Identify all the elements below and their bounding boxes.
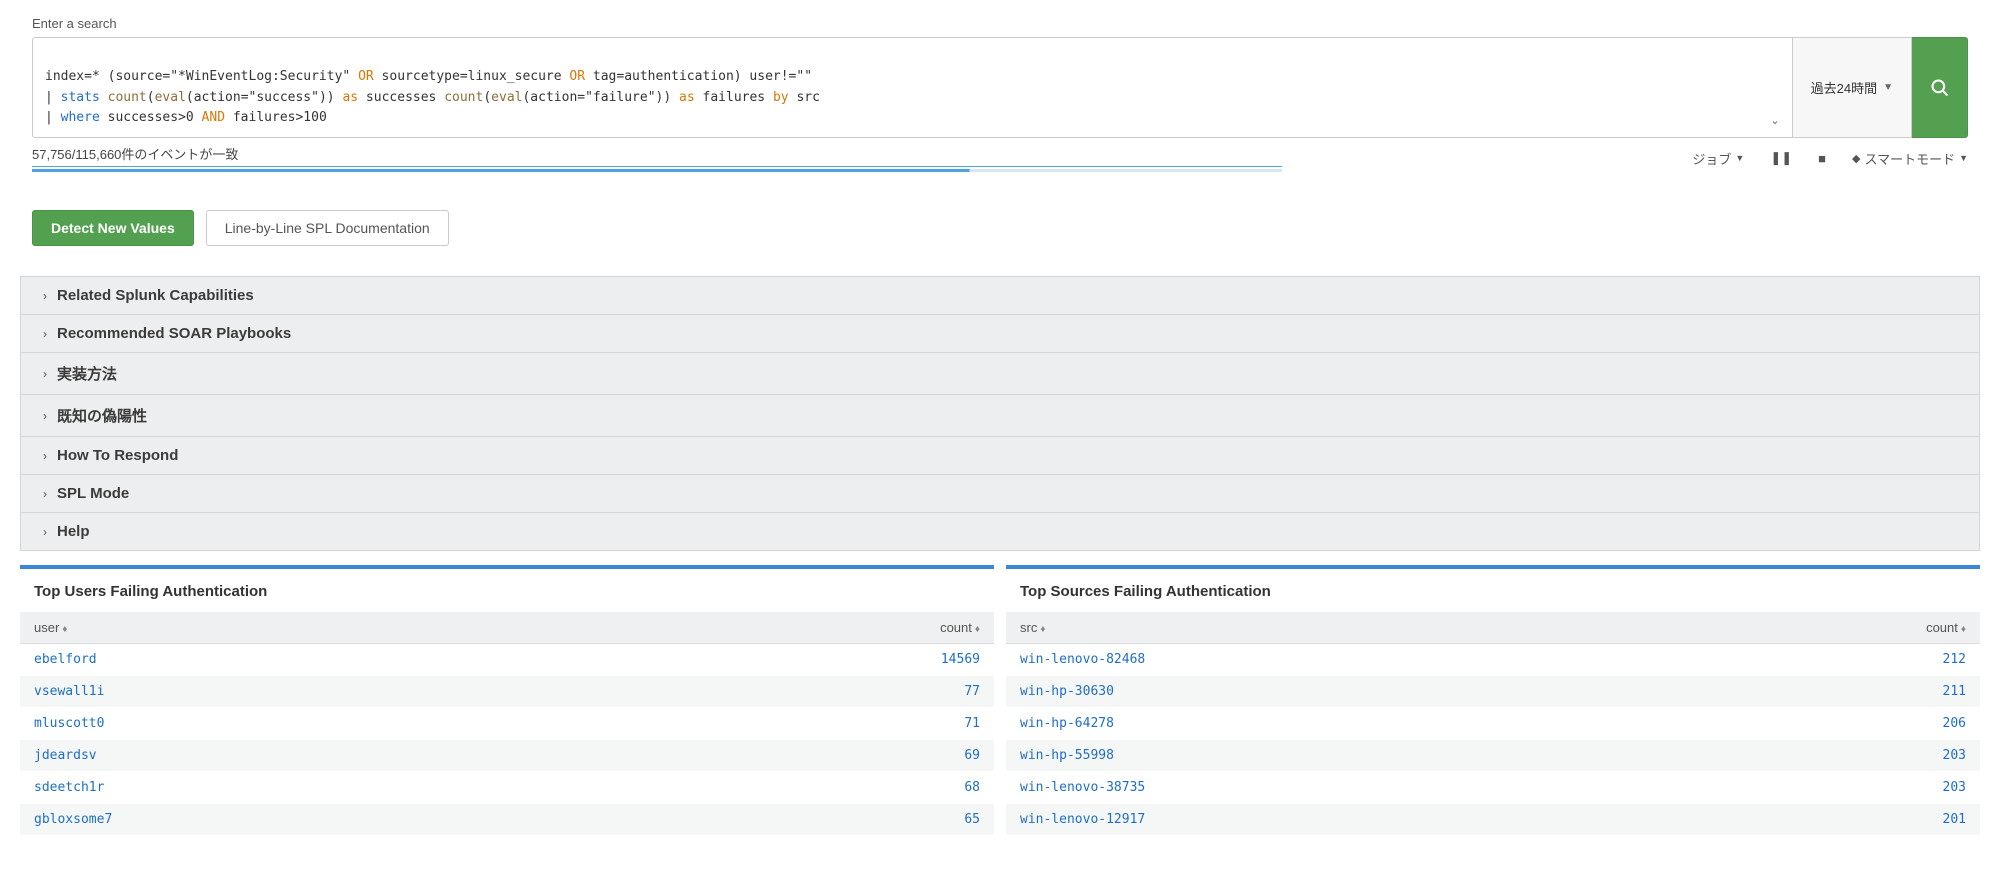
chevron-right-icon: › (43, 449, 47, 463)
panel-top-users: Top Users Failing Authentication user♦ c… (20, 565, 994, 836)
table-row[interactable]: jdeardsv69 (20, 740, 994, 772)
cell-key: sdeetch1r (20, 772, 605, 804)
sort-icon: ♦ (1961, 624, 1966, 635)
accordion-label: 既知の偽陽性 (57, 405, 147, 426)
cell-key: win-hp-64278 (1006, 708, 1681, 740)
table-row[interactable]: win-lenovo-82468212 (1006, 644, 1980, 676)
accordion-label: Related Splunk Capabilities (57, 287, 254, 304)
search-icon (1930, 78, 1950, 98)
sort-icon: ♦ (975, 624, 980, 635)
chevron-right-icon: › (43, 367, 47, 381)
progress-bar (32, 169, 1282, 172)
accordion-item-help[interactable]: › Help (21, 513, 1979, 550)
accordion-item-false-positives[interactable]: › 既知の偽陽性 (21, 395, 1979, 437)
stop-icon: ■ (1818, 151, 1826, 166)
caret-down-icon: ▼ (1959, 153, 1968, 163)
accordion-label: SPL Mode (57, 485, 129, 502)
table-row[interactable]: ebelford14569 (20, 644, 994, 676)
cell-key: gbloxsome7 (20, 804, 605, 836)
panel-title: Top Sources Failing Authentication (1006, 569, 1980, 612)
pause-button[interactable]: ❚❚ (1770, 150, 1792, 166)
cell-key: jdeardsv (20, 740, 605, 772)
time-range-label: 過去24時間 (1811, 78, 1877, 97)
cell-key: win-lenovo-82468 (1006, 644, 1681, 676)
cell-key: win-lenovo-12917 (1006, 804, 1681, 836)
accordion-label: Recommended SOAR Playbooks (57, 325, 291, 342)
cell-key: ebelford (20, 644, 605, 676)
time-range-picker[interactable]: 過去24時間 ▼ (1793, 37, 1912, 138)
panel-title: Top Users Failing Authentication (20, 569, 994, 612)
cell-count: 77 (605, 676, 994, 708)
chevron-right-icon: › (43, 525, 47, 539)
cell-count: 212 (1681, 644, 1980, 676)
pause-icon: ❚❚ (1770, 150, 1792, 166)
table-row[interactable]: win-hp-55998203 (1006, 740, 1980, 772)
accordion-item-soar-playbooks[interactable]: › Recommended SOAR Playbooks (21, 315, 1979, 353)
cell-count: 68 (605, 772, 994, 804)
table-row[interactable]: win-hp-30630211 (1006, 676, 1980, 708)
accordion-label: How To Respond (57, 447, 178, 464)
accordion-label: 実装方法 (57, 363, 117, 384)
chevron-right-icon: › (43, 487, 47, 501)
stop-button[interactable]: ■ (1818, 151, 1826, 166)
cell-count: 69 (605, 740, 994, 772)
cell-count: 201 (1681, 804, 1980, 836)
chevron-right-icon: › (43, 289, 47, 303)
cell-key: mluscott0 (20, 708, 605, 740)
accordion-label: Help (57, 523, 90, 540)
column-header-count[interactable]: count♦ (1681, 612, 1980, 644)
expand-search-icon[interactable]: ⌄ (1770, 114, 1779, 127)
spl-line-3: | where successes>0 AND failures>100 (45, 110, 327, 125)
spl-line-2: | stats count(eval(action="success")) as… (45, 90, 820, 105)
accordion: › Related Splunk Capabilities › Recommende… (20, 276, 1980, 551)
cell-key: win-hp-55998 (1006, 740, 1681, 772)
cell-count: 206 (1681, 708, 1980, 740)
caret-down-icon: ▼ (1735, 153, 1744, 163)
event-count-status: 57,756/115,660件のイベントが一致 (32, 144, 1282, 167)
search-input[interactable]: index=* (source="*WinEventLog:Security" … (32, 37, 1793, 138)
caret-down-icon: ▼ (1883, 82, 1893, 93)
bulb-icon: ◆ (1852, 152, 1860, 165)
spl-line-1: index=* (source="*WinEventLog:Security" … (45, 69, 812, 84)
chevron-right-icon: › (43, 409, 47, 423)
spl-docs-button[interactable]: Line-by-Line SPL Documentation (206, 210, 449, 246)
search-mode-menu[interactable]: ◆ スマートモード ▼ (1852, 149, 1968, 168)
table-row[interactable]: mluscott071 (20, 708, 994, 740)
accordion-item-how-to-respond[interactable]: › How To Respond (21, 437, 1979, 475)
column-header-src[interactable]: src♦ (1006, 612, 1681, 644)
cell-count: 14569 (605, 644, 994, 676)
accordion-item-implementation[interactable]: › 実装方法 (21, 353, 1979, 395)
cell-count: 211 (1681, 676, 1980, 708)
table-row[interactable]: win-lenovo-12917201 (1006, 804, 1980, 836)
cell-count: 203 (1681, 772, 1980, 804)
table-row[interactable]: win-hp-64278206 (1006, 708, 1980, 740)
accordion-item-related-capabilities[interactable]: › Related Splunk Capabilities (21, 277, 1979, 315)
table-row[interactable]: sdeetch1r68 (20, 772, 994, 804)
cell-count: 203 (1681, 740, 1980, 772)
cell-count: 65 (605, 804, 994, 836)
cell-count: 71 (605, 708, 994, 740)
search-label: Enter a search (32, 16, 1968, 31)
table-row[interactable]: vsewall1i77 (20, 676, 994, 708)
chevron-right-icon: › (43, 327, 47, 341)
column-header-count[interactable]: count♦ (605, 612, 994, 644)
cell-key: win-hp-30630 (1006, 676, 1681, 708)
table-row[interactable]: gbloxsome765 (20, 804, 994, 836)
column-header-user[interactable]: user♦ (20, 612, 605, 644)
search-button[interactable] (1912, 37, 1968, 138)
cell-key: vsewall1i (20, 676, 605, 708)
panel-top-sources: Top Sources Failing Authentication src♦ … (1006, 565, 1980, 836)
sort-icon: ♦ (62, 624, 67, 635)
detect-new-values-button[interactable]: Detect New Values (32, 210, 194, 246)
table-row[interactable]: win-lenovo-38735203 (1006, 772, 1980, 804)
sort-icon: ♦ (1040, 624, 1045, 635)
job-menu[interactable]: ジョブ ▼ (1692, 149, 1744, 168)
accordion-item-spl-mode[interactable]: › SPL Mode (21, 475, 1979, 513)
cell-key: win-lenovo-38735 (1006, 772, 1681, 804)
